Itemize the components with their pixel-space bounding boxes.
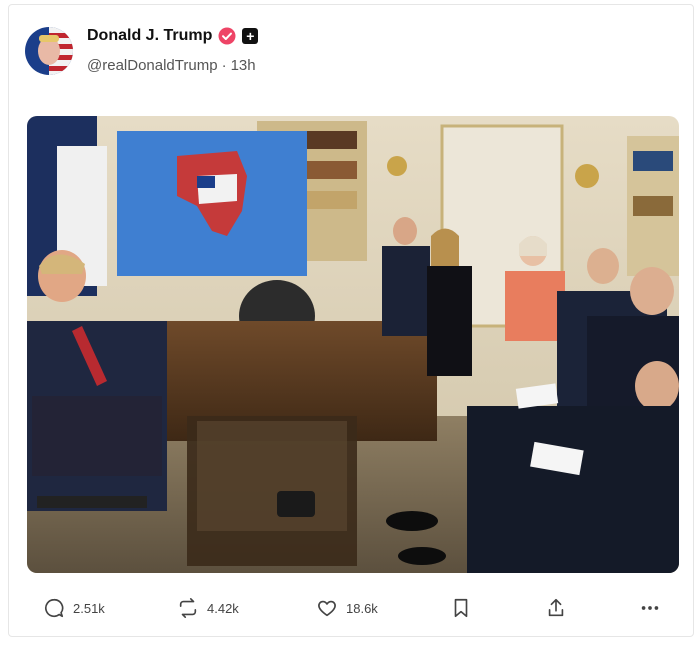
like-button[interactable]: 18.6k (316, 597, 378, 619)
repost-icon (179, 598, 197, 618)
display-name[interactable]: Donald J. Trump (87, 27, 212, 45)
avatar-image (25, 27, 73, 75)
post-header: Donald J. Trump + @realDonaldTrump · 13h (25, 23, 665, 79)
post-actions: 2.51k 4.42k 18.6k (9, 589, 693, 629)
handle-row: @realDonaldTrump · 13h (87, 57, 256, 74)
separator: · (221, 57, 227, 74)
repost-count: 4.42k (207, 600, 239, 616)
bookmark-button[interactable] (450, 597, 472, 619)
reply-button[interactable]: 2.51k (43, 597, 105, 619)
more-options-button[interactable] (639, 597, 661, 619)
share-button[interactable] (545, 597, 567, 619)
repost-button[interactable]: 4.42k (177, 597, 239, 619)
name-row: Donald J. Trump + (87, 27, 259, 45)
reply-count: 2.51k (73, 600, 105, 616)
post-image[interactable] (27, 116, 679, 573)
handle[interactable]: @realDonaldTrump (87, 57, 218, 74)
post-card: Donald J. Trump + @realDonaldTrump · 13h (8, 4, 694, 637)
share-icon (548, 598, 564, 617)
more-icon (641, 606, 659, 610)
verified-icon (218, 27, 236, 45)
heart-icon (318, 600, 336, 617)
reply-icon (45, 598, 64, 618)
photo-image (27, 116, 679, 573)
bookmark-icon (454, 598, 468, 618)
plus-icon: + (242, 28, 259, 44)
like-count: 18.6k (346, 600, 378, 616)
avatar[interactable] (25, 27, 73, 75)
timestamp[interactable]: 13h (231, 57, 256, 74)
